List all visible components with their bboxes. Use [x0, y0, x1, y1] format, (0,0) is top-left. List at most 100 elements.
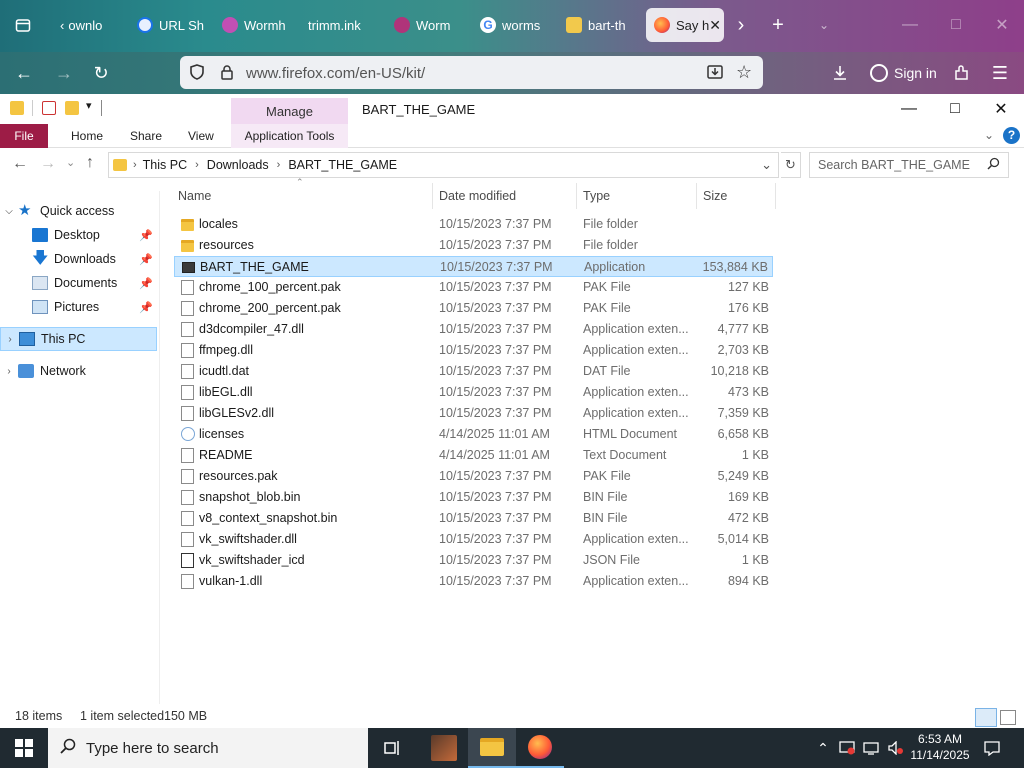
- back-arrow-icon[interactable]: ←: [12, 155, 28, 173]
- file-row[interactable]: vk_swiftshader.dll 10/15/2023 7:37 PM Appl…: [174, 529, 773, 550]
- bookmark-star-icon[interactable]: ☆: [736, 62, 752, 83]
- file-row[interactable]: licenses 4/14/2025 11:01 AM HTML Document 6…: [174, 424, 773, 445]
- browser-tab[interactable]: G worms: [480, 8, 542, 42]
- file-row[interactable]: snapshot_blob.bin 10/15/2023 7:37 PM BIN F…: [174, 487, 773, 508]
- details-view-icon[interactable]: [975, 708, 997, 727]
- browser-tab[interactable]: URL Sh: [137, 8, 207, 42]
- expand-ribbon-chevron-icon[interactable]: ⌄: [984, 128, 994, 142]
- back-arrow-icon[interactable]: ←: [12, 61, 36, 85]
- customize-toolbar-chevron-icon[interactable]: ▾: [86, 99, 92, 112]
- file-row[interactable]: resources.pak 10/15/2023 7:37 PM PAK File 5…: [174, 466, 773, 487]
- properties-check-icon[interactable]: [42, 101, 56, 115]
- minimize-icon[interactable]: —: [898, 14, 922, 36]
- breadcrumb-chevron-icon[interactable]: ›: [133, 159, 137, 171]
- column-divider[interactable]: [775, 183, 776, 209]
- tab-manage[interactable]: Manage: [231, 98, 348, 124]
- reload-icon[interactable]: ↻: [89, 61, 113, 85]
- browser-tab[interactable]: bart-th: [566, 8, 630, 42]
- search-box[interactable]: Search BART_THE_GAME: [809, 152, 1009, 178]
- collapse-chevron-icon[interactable]: ›: [0, 366, 18, 377]
- column-divider[interactable]: [696, 183, 697, 209]
- breadcrumb-this-pc[interactable]: This PC: [143, 158, 187, 172]
- breadcrumb-chevron-icon[interactable]: ›: [195, 159, 199, 171]
- help-icon[interactable]: ?: [1003, 127, 1020, 144]
- column-header-size[interactable]: Size: [703, 183, 773, 209]
- maximize-icon[interactable]: □: [944, 14, 968, 36]
- start-button[interactable]: [0, 728, 48, 768]
- maximize-button[interactable]: □: [932, 94, 978, 124]
- column-header-date[interactable]: Date modified: [439, 183, 579, 209]
- browser-tab[interactable]: Worm: [394, 8, 458, 42]
- taskbar-search-input[interactable]: Type here to search: [86, 740, 219, 757]
- file-row[interactable]: chrome_200_percent.pak 10/15/2023 7:37 PM…: [174, 298, 773, 319]
- menu-hamburger-icon[interactable]: ☰: [988, 61, 1012, 85]
- file-row[interactable]: ffmpeg.dll 10/15/2023 7:37 PM Application …: [174, 340, 773, 361]
- file-row[interactable]: resources 10/15/2023 7:37 PM File folder: [174, 235, 773, 256]
- url-text[interactable]: www.firefox.com/en-US/kit/: [246, 65, 425, 82]
- volume-muted-icon[interactable]: [886, 738, 906, 758]
- breadcrumb-downloads[interactable]: Downloads: [207, 158, 269, 172]
- column-header-type[interactable]: Type: [583, 183, 693, 209]
- file-row[interactable]: README 4/14/2025 11:01 AM Text Document 1 K…: [174, 445, 773, 466]
- tab-application-tools[interactable]: Application Tools: [231, 124, 348, 148]
- file-row[interactable]: d3dcompiler_47.dll 10/15/2023 7:37 PM Appl…: [174, 319, 773, 340]
- browser-tab[interactable]: ‹ ownlo: [60, 8, 120, 42]
- tracking-shield-icon[interactable]: [188, 63, 206, 84]
- extensions-icon[interactable]: [950, 61, 974, 85]
- up-arrow-icon[interactable]: ↑: [86, 154, 94, 172]
- browser-tab[interactable]: Wormh: [222, 8, 290, 42]
- tab-overview-icon[interactable]: [12, 14, 34, 36]
- notifications-icon[interactable]: [982, 738, 1002, 758]
- column-divider[interactable]: [432, 183, 433, 209]
- address-history-chevron-icon[interactable]: ⌄: [761, 157, 772, 173]
- chevron-right-icon[interactable]: ›: [730, 14, 752, 36]
- close-window-icon[interactable]: ✕: [990, 14, 1014, 36]
- file-row[interactable]: libGLESv2.dll 10/15/2023 7:37 PM Applicati…: [174, 403, 773, 424]
- nav-pictures[interactable]: Pictures 📌: [0, 295, 157, 319]
- network-status-icon[interactable]: [862, 738, 880, 758]
- forward-arrow-icon[interactable]: →: [40, 155, 56, 173]
- search-input[interactable]: Search BART_THE_GAME: [818, 158, 970, 172]
- nav-network[interactable]: › Network: [0, 359, 157, 383]
- nav-quick-access[interactable]: ⌵ ★ Quick access: [0, 199, 157, 223]
- breadcrumb-current[interactable]: BART_THE_GAME: [288, 158, 397, 172]
- downloads-icon[interactable]: [828, 61, 852, 85]
- security-warning-icon[interactable]: [838, 738, 856, 758]
- file-row[interactable]: locales 10/15/2023 7:37 PM File folder: [174, 214, 773, 235]
- close-tab-icon[interactable]: ✕: [709, 17, 721, 34]
- address-bar[interactable]: › This PC › Downloads › BART_THE_GAME ⌄: [108, 152, 779, 178]
- column-divider[interactable]: [576, 183, 577, 209]
- lock-icon[interactable]: [220, 64, 234, 83]
- nav-downloads[interactable]: 🡇 Downloads 📌: [0, 247, 157, 271]
- show-hidden-icons-chevron-icon[interactable]: ⌃: [814, 738, 832, 758]
- file-row[interactable]: vk_swiftshader_icd 10/15/2023 7:37 PM JSON…: [174, 550, 773, 571]
- chevron-down-icon[interactable]: ⌄: [812, 14, 836, 36]
- recent-locations-chevron-icon[interactable]: ⌄: [66, 156, 75, 169]
- tab-share[interactable]: Share: [130, 124, 162, 148]
- file-row[interactable]: v8_context_snapshot.bin 10/15/2023 7:37 P…: [174, 508, 773, 529]
- taskbar-search[interactable]: Type here to search: [48, 728, 368, 768]
- file-row[interactable]: chrome_100_percent.pak 10/15/2023 7:37 PM…: [174, 277, 773, 298]
- nav-this-pc[interactable]: › This PC: [0, 327, 157, 351]
- close-button[interactable]: ✕: [978, 94, 1024, 124]
- tab-home[interactable]: Home: [71, 124, 103, 148]
- browser-tab[interactable]: trimm.ink: [308, 8, 370, 42]
- refresh-icon[interactable]: ↻: [781, 152, 801, 178]
- breadcrumb-chevron-icon[interactable]: ›: [277, 159, 281, 171]
- minimize-button[interactable]: —: [886, 94, 932, 124]
- file-row[interactable]: vulkan-1.dll 10/15/2023 7:37 PM Applicatio…: [174, 571, 773, 592]
- file-row[interactable]: libEGL.dll 10/15/2023 7:37 PM Application …: [174, 382, 773, 403]
- expand-chevron-icon[interactable]: ⌵: [0, 206, 18, 217]
- taskbar-app-explorer[interactable]: [468, 728, 516, 768]
- system-clock[interactable]: 6:53 AM 11/14/2025: [908, 731, 972, 763]
- save-to-pocket-icon[interactable]: [706, 63, 724, 84]
- task-view-button[interactable]: [368, 728, 416, 768]
- tab-file[interactable]: File: [0, 124, 48, 148]
- taskbar-app-firefox[interactable]: [516, 728, 564, 768]
- large-icons-view-icon[interactable]: [1000, 710, 1016, 725]
- url-bar[interactable]: www.firefox.com/en-US/kit/ ☆: [180, 56, 763, 89]
- file-row[interactable]: icudtl.dat 10/15/2023 7:37 PM DAT File 10,2…: [174, 361, 773, 382]
- nav-desktop[interactable]: Desktop 📌: [0, 223, 157, 247]
- sign-in-button[interactable]: Sign in: [870, 61, 937, 85]
- new-tab-icon[interactable]: +: [766, 14, 790, 36]
